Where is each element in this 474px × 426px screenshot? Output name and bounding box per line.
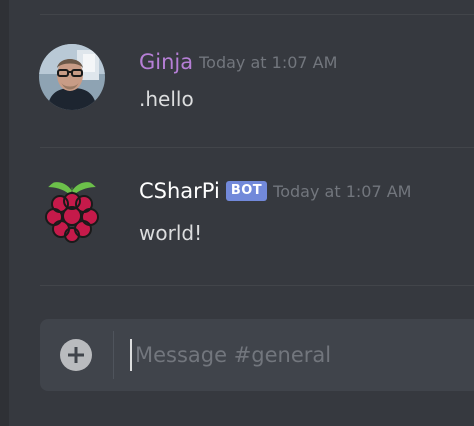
composer-divider: [113, 331, 114, 379]
timestamp: Today at 1:07 AM: [273, 181, 412, 201]
attach-button[interactable]: [60, 339, 92, 371]
user-avatar[interactable]: [39, 44, 105, 110]
message-divider: [40, 147, 474, 148]
message-header: CSharPi BOT Today at 1:07 AM: [139, 179, 411, 203]
message-content: .hello: [139, 87, 194, 111]
timestamp: Today at 1:07 AM: [199, 52, 338, 72]
username[interactable]: Ginja: [139, 50, 193, 74]
raspberry-pi-logo-icon: [45, 182, 99, 243]
message-composer: [40, 319, 474, 391]
username[interactable]: CSharPi: [139, 179, 220, 203]
message-divider: [40, 285, 474, 286]
message-header: Ginja Today at 1:07 AM: [139, 50, 337, 74]
message-content: world!: [139, 221, 203, 245]
message-divider: [40, 14, 474, 15]
plus-circle-icon: [68, 347, 84, 363]
bot-avatar[interactable]: [39, 177, 105, 243]
bot-badge: BOT: [225, 181, 268, 201]
message-item: CSharPi BOT Today at 1:07 AM world!: [0, 175, 474, 275]
message-input[interactable]: [130, 339, 465, 371]
message-item: Ginja Today at 1:07 AM .hello: [0, 40, 474, 140]
